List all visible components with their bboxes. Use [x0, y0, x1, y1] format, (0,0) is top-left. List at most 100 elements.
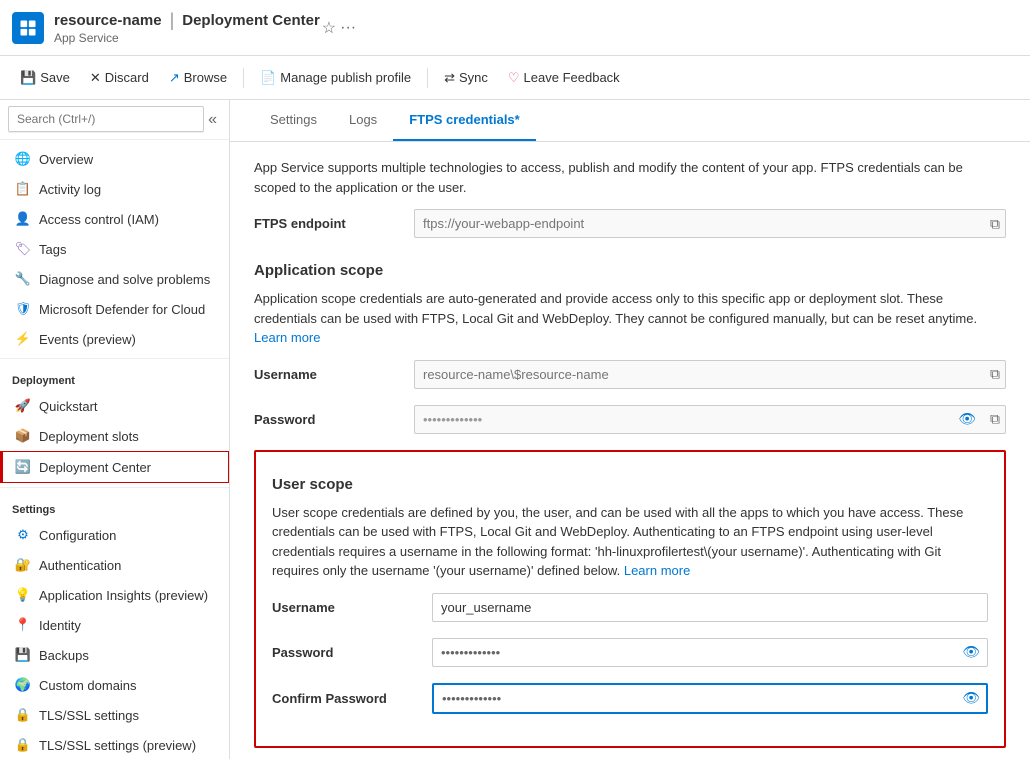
app-username-row: Username ⧉ — [254, 360, 1006, 389]
ftps-endpoint-input[interactable] — [414, 209, 1006, 238]
discard-icon: ✕ — [90, 70, 101, 86]
sidebar-item-overview[interactable]: 🌐 Overview — [0, 144, 229, 174]
tab-logs[interactable]: Logs — [333, 100, 393, 141]
app-password-copy-button[interactable]: ⧉ — [990, 411, 1000, 428]
save-button[interactable]: 💾 Save — [12, 66, 78, 90]
user-username-input-wrap — [432, 593, 988, 622]
app-username-input[interactable] — [414, 360, 1006, 389]
sidebar-item-tls-ssl-preview[interactable]: 🔒 TLS/SSL settings (preview) — [0, 730, 229, 759]
sidebar-collapse-button[interactable]: « — [204, 111, 221, 129]
user-username-input[interactable] — [432, 593, 988, 622]
browse-button[interactable]: ↗ Browse — [161, 66, 235, 90]
user-scope-section: User scope User scope credentials are de… — [254, 450, 1006, 748]
settings-section-label: Settings — [0, 492, 229, 520]
page-title: Deployment Center — [182, 12, 320, 29]
sidebar-divider-2 — [0, 487, 229, 488]
tab-ftps[interactable]: FTPS credentials* — [393, 100, 536, 141]
resource-name-label: resource-name — [54, 12, 162, 29]
sidebar-item-configuration[interactable]: ⚙ Configuration — [0, 520, 229, 550]
user-password-eye-button[interactable]: 👁 — [962, 644, 980, 661]
user-password-input[interactable] — [432, 638, 988, 667]
search-input[interactable] — [8, 106, 204, 132]
app-username-copy-button[interactable]: ⧉ — [990, 366, 1000, 383]
app-password-eye-button[interactable]: 👁 — [958, 411, 976, 428]
confirm-password-label: Confirm Password — [272, 691, 432, 706]
toolbar: 💾 Save ✕ Discard ↗ Browse 📄 Manage publi… — [0, 56, 1030, 100]
backups-icon: 💾 — [15, 647, 31, 663]
sidebar-nav: 🌐 Overview 📋 Activity log 👤 Access contr… — [0, 140, 229, 759]
sidebar-divider-1 — [0, 358, 229, 359]
sidebar-item-custom-domains[interactable]: 🌍 Custom domains — [0, 670, 229, 700]
sidebar-item-activity-log[interactable]: 📋 Activity log — [0, 174, 229, 204]
app-password-row: Password 👁 ⧉ — [254, 405, 1006, 434]
manage-publish-button[interactable]: 📄 Manage publish profile — [252, 66, 419, 90]
feedback-icon: ♡ — [508, 70, 520, 86]
app-password-input[interactable] — [414, 405, 1006, 434]
confirm-password-row: Confirm Password 👁 — [272, 683, 988, 714]
sidebar-item-quickstart[interactable]: 🚀 Quickstart — [0, 391, 229, 421]
sidebar-item-deployment-center[interactable]: 🔄 Deployment Center — [0, 451, 229, 483]
authentication-icon: 🔐 — [15, 557, 31, 573]
user-password-row: Password 👁 — [272, 638, 988, 667]
sidebar-item-tags[interactable]: 🏷 Tags — [0, 234, 229, 264]
app-password-input-wrap: 👁 ⧉ — [414, 405, 1006, 434]
sidebar: « 🌐 Overview 📋 Activity log 👤 Access con… — [0, 100, 230, 759]
sidebar-item-diagnose[interactable]: 🔧 Diagnose and solve problems — [0, 264, 229, 294]
app-scope-section: Application scope Application scope cred… — [254, 254, 1006, 434]
app-password-label: Password — [254, 412, 414, 427]
app-scope-learn-more-link[interactable]: Learn more — [254, 330, 320, 345]
header-separator: | — [170, 10, 175, 31]
browse-icon: ↗ — [169, 70, 180, 86]
app-scope-title: Application scope — [254, 254, 1006, 279]
deployment-center-icon: 🔄 — [15, 459, 31, 475]
favorite-button[interactable]: ☆ — [320, 16, 338, 40]
user-scope-desc: User scope credentials are defined by yo… — [272, 503, 988, 581]
user-scope-learn-more-link[interactable]: Learn more — [624, 563, 690, 578]
toolbar-separator-1 — [243, 68, 244, 88]
main-layout: « 🌐 Overview 📋 Activity log 👤 Access con… — [0, 100, 1030, 759]
ftps-endpoint-label: FTPS endpoint — [254, 216, 414, 231]
resource-icon — [12, 12, 44, 44]
ftps-endpoint-row: FTPS endpoint ⧉ — [254, 209, 1006, 238]
defender-icon: 🛡 — [15, 301, 31, 317]
sidebar-item-identity[interactable]: 📍 Identity — [0, 610, 229, 640]
confirm-password-eye-button[interactable]: 👁 — [962, 690, 980, 707]
quickstart-icon: 🚀 — [15, 398, 31, 414]
header: resource-name | Deployment Center App Se… — [0, 0, 1030, 56]
configuration-icon: ⚙ — [15, 527, 31, 543]
sidebar-item-authentication[interactable]: 🔐 Authentication — [0, 550, 229, 580]
discard-button[interactable]: ✕ Discard — [82, 66, 157, 90]
leave-feedback-button[interactable]: ♡ Leave Feedback — [500, 66, 628, 90]
ftps-endpoint-copy-button[interactable]: ⧉ — [990, 215, 1000, 232]
user-username-row: Username — [272, 593, 988, 622]
sidebar-item-app-insights[interactable]: 💡 Application Insights (preview) — [0, 580, 229, 610]
intro-text: App Service supports multiple technologi… — [254, 142, 1006, 209]
confirm-password-input[interactable] — [432, 683, 988, 714]
tab-bar: Settings Logs FTPS credentials* — [230, 100, 1030, 142]
app-scope-desc: Application scope credentials are auto-g… — [254, 289, 1006, 348]
sync-button[interactable]: ⇄ Sync — [436, 66, 496, 90]
toolbar-separator-2 — [427, 68, 428, 88]
identity-icon: 📍 — [15, 617, 31, 633]
deployment-slots-icon: 📦 — [15, 428, 31, 444]
content-area: Settings Logs FTPS credentials* App Serv… — [230, 100, 1030, 759]
sidebar-item-tls-ssl[interactable]: 🔒 TLS/SSL settings — [0, 700, 229, 730]
more-options-button[interactable]: ··· — [338, 17, 358, 39]
sidebar-item-access-control[interactable]: 👤 Access control (IAM) — [0, 204, 229, 234]
access-control-icon: 👤 — [15, 211, 31, 227]
user-username-label: Username — [272, 600, 432, 615]
sidebar-item-events[interactable]: ⚡ Events (preview) — [0, 324, 229, 354]
overview-icon: 🌐 — [15, 151, 31, 167]
tab-settings[interactable]: Settings — [254, 100, 333, 141]
user-password-input-wrap: 👁 — [432, 638, 988, 667]
sidebar-item-backups[interactable]: 💾 Backups — [0, 640, 229, 670]
custom-domains-icon: 🌍 — [15, 677, 31, 693]
sidebar-item-deployment-slots[interactable]: 📦 Deployment slots — [0, 421, 229, 451]
sidebar-item-defender[interactable]: 🛡 Microsoft Defender for Cloud — [0, 294, 229, 324]
activity-log-icon: 📋 — [15, 181, 31, 197]
user-scope-title: User scope — [272, 468, 988, 493]
diagnose-icon: 🔧 — [15, 271, 31, 287]
subtitle: App Service — [54, 31, 320, 45]
tls-ssl-preview-icon: 🔒 — [15, 737, 31, 753]
user-password-label: Password — [272, 645, 432, 660]
